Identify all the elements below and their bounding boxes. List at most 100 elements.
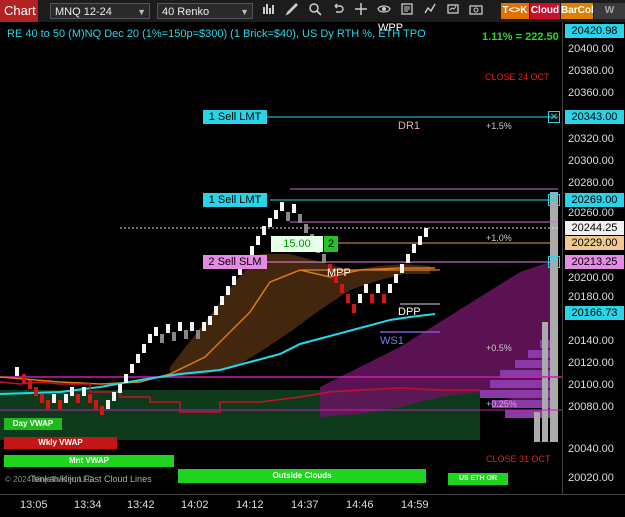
properties-icon[interactable] (398, 2, 416, 20)
renko-brick (148, 334, 152, 343)
chart-tab[interactable]: Chart (0, 0, 38, 22)
pct-10-label: +1.0% (486, 233, 512, 243)
crosshair-icon[interactable] (352, 2, 370, 20)
status-outside-clouds: Outside Clouds (178, 469, 426, 483)
renko-brick (250, 246, 254, 255)
stop-price-label: 20229.00 (565, 236, 624, 250)
chart-plot-area[interactable]: WPP CLOSE 24 OCT DR1 +1.5% +1.0% +0.5% +… (0, 22, 562, 494)
bar-type-value: 40 Renko (162, 6, 210, 18)
chart-trader-icon[interactable] (444, 2, 462, 20)
renko-brick (22, 374, 26, 383)
price-tick: 20280.00 (568, 177, 614, 189)
price-tick: 20300.00 (568, 155, 614, 167)
cancel-order-1-close-icon[interactable]: ✕ (548, 111, 560, 123)
status-wkly-vwap: Wkly VWAP (4, 437, 117, 449)
renko-brick (220, 296, 224, 305)
price-tick: 20320.00 (568, 133, 614, 145)
price-tick: 20140.00 (568, 335, 614, 347)
sell-slm-price: 20213.25 (565, 255, 624, 269)
renko-brick (70, 387, 74, 396)
time-tick: 14:59 (401, 499, 429, 511)
close-24-label: CLOSE 24 OCT (485, 72, 550, 82)
price-axis[interactable]: 20420.98 20400.00 20380.00 20360.00 2034… (562, 22, 625, 494)
bar-type-selector[interactable]: 40 Renko ▼ (157, 3, 253, 19)
eye-icon[interactable] (375, 2, 393, 20)
status-day-vwap: Day VWAP (4, 418, 62, 430)
renko-brick (202, 322, 206, 331)
renko-brick (358, 294, 362, 303)
cancel-order-3-close-icon[interactable]: ✕ (548, 256, 560, 268)
price-tick: 20180.00 (568, 291, 614, 303)
renko-brick (34, 387, 38, 396)
price-tick: 20080.00 (568, 401, 614, 413)
renko-brick (400, 264, 404, 273)
time-tick: 14:37 (291, 499, 319, 511)
renko-brick (58, 400, 62, 409)
renko-brick (394, 274, 398, 283)
renko-brick (124, 374, 128, 383)
renko-brick (298, 214, 302, 223)
renko-brick (256, 236, 260, 245)
tk-toggle-button[interactable]: T<>K (501, 3, 529, 19)
renko-brick (28, 380, 32, 389)
time-tick: 14:02 (181, 499, 209, 511)
screenshot-icon[interactable] (467, 2, 485, 20)
status-us-eth-or: US ETH OR (448, 473, 508, 485)
sell-lmt-order-1[interactable]: 1 Sell LMT (203, 110, 267, 124)
sell-lmt-order-2[interactable]: 1 Sell LMT (203, 193, 267, 207)
renko-brick (208, 316, 212, 325)
renko-brick (82, 387, 86, 396)
last-price-label: 20244.25 (565, 221, 624, 235)
renko-brick (226, 286, 230, 295)
cancel-order-2-close-icon[interactable]: ✕ (548, 194, 560, 206)
status-mnt-vwap: Mnt VWAP (4, 455, 174, 467)
renko-brick (418, 236, 422, 245)
price-top-label: 20420.98 (565, 24, 624, 38)
renko-brick (376, 284, 380, 293)
chevron-down-icon: ▼ (137, 7, 146, 17)
renko-brick (262, 226, 266, 235)
renko-brick (112, 392, 116, 401)
renko-brick (106, 400, 110, 409)
renko-brick (292, 204, 296, 213)
renko-brick (286, 212, 290, 221)
renko-brick (364, 284, 368, 293)
renko-brick (304, 224, 308, 233)
barcol-toggle-button[interactable]: BarCol (561, 3, 594, 19)
bars-icon[interactable] (260, 2, 278, 20)
renko-brick (382, 294, 386, 303)
renko-brick (64, 394, 68, 403)
renko-brick (178, 322, 182, 331)
pct-025-label: +0.25% (486, 399, 517, 409)
time-tick: 13:05 (20, 499, 48, 511)
strategy-icon[interactable] (421, 2, 439, 20)
vwap-toggle-button[interactable]: W VWA (594, 3, 625, 32)
pct-15-label: +1.5% (486, 121, 512, 131)
zoom-icon[interactable] (306, 2, 324, 20)
price-tick: 20360.00 (568, 87, 614, 99)
toolbar: Chart MNQ 12-24 ▼ 40 Renko ▼ T<>K Cloud … (0, 0, 625, 32)
chart-description: RE 40 to 50 (M)NQ Dec 20 (1%=150p=$300) … (7, 28, 426, 40)
pct-05-label: +0.5% (486, 343, 512, 353)
renko-brick (154, 327, 158, 336)
renko-brick (100, 406, 104, 415)
renko-brick (40, 394, 44, 403)
price-tick: 20380.00 (568, 65, 614, 77)
position-qty[interactable]: 2 (324, 236, 338, 252)
vwap-price-label: 20166.73 (565, 306, 624, 320)
renko-brick (142, 344, 146, 353)
renko-brick (274, 210, 278, 219)
cloud-toggle-button[interactable]: Cloud (530, 3, 560, 19)
renko-brick (196, 330, 200, 339)
renko-brick (118, 384, 122, 393)
renko-brick (352, 304, 356, 313)
time-axis[interactable]: 13:05 13:34 13:42 14:02 14:12 14:37 14:4… (0, 494, 625, 517)
renko-brick (322, 254, 326, 263)
renko-brick (166, 324, 170, 333)
renko-brick (346, 294, 350, 303)
renko-brick (214, 306, 218, 315)
instrument-selector[interactable]: MNQ 12-24 ▼ (50, 3, 150, 19)
sell-slm-order[interactable]: 2 Sell SLM (203, 255, 267, 269)
undo-icon[interactable] (329, 2, 347, 20)
pencil-icon[interactable] (283, 2, 301, 20)
